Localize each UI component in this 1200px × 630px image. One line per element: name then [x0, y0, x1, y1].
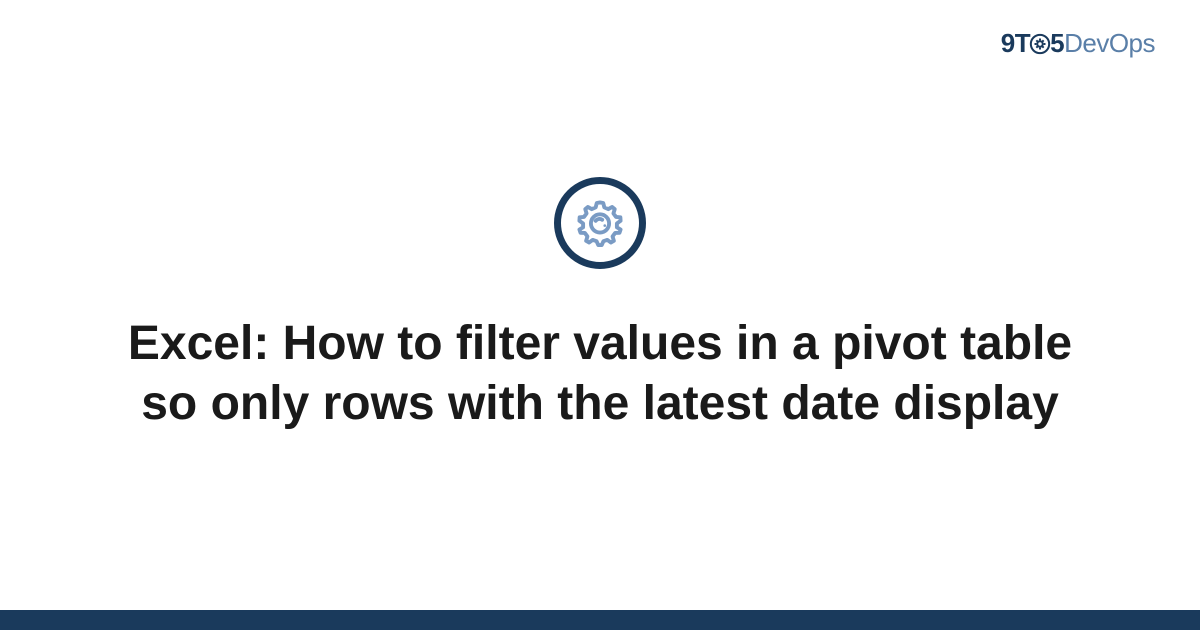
main-content: Excel: How to filter values in a pivot t… — [0, 0, 1200, 630]
logo-text-prefix: 9T — [1001, 28, 1030, 58]
footer-bar — [0, 610, 1200, 630]
gear-icon-badge — [554, 177, 646, 269]
logo-text-middle: 5 — [1050, 28, 1064, 58]
logo-gear-icon — [1029, 31, 1051, 62]
article-title: Excel: How to filter values in a pivot t… — [125, 314, 1075, 434]
site-logo: 9T 5DevOps — [1001, 28, 1155, 62]
gear-icon — [574, 197, 626, 249]
logo-text-suffix: DevOps — [1064, 28, 1155, 58]
